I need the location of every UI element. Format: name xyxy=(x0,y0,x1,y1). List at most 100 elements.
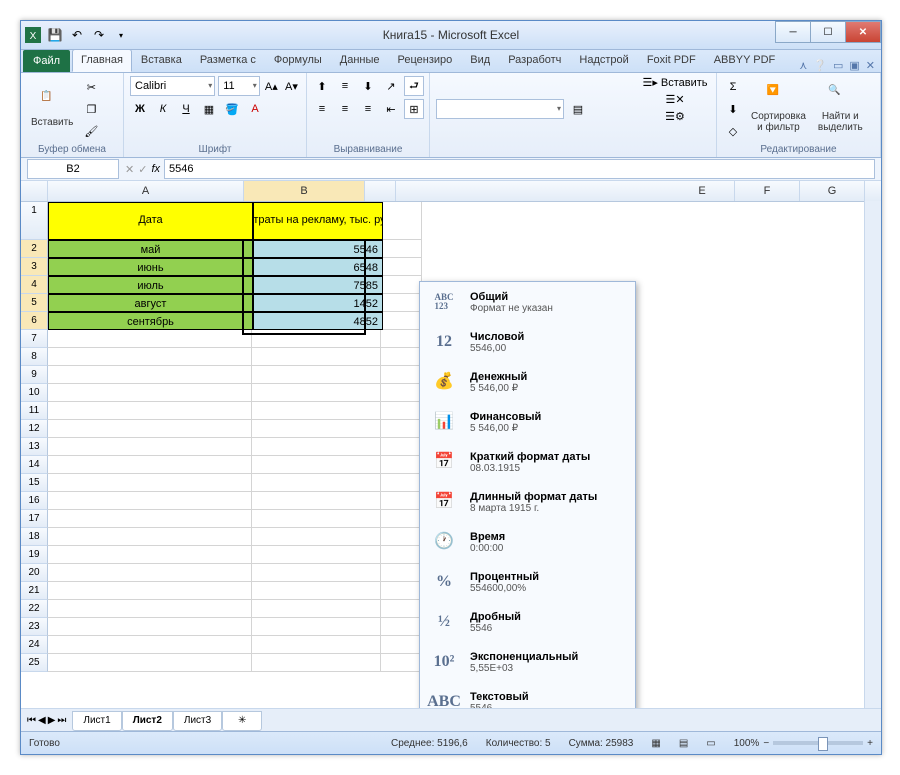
conditional-format-button[interactable]: ▤ xyxy=(568,99,588,119)
format-option-3[interactable]: 📊 Финансовый 5 546,00 ₽ xyxy=(420,402,635,442)
doc-restore-icon[interactable]: ▣ xyxy=(849,59,859,72)
orientation-button[interactable]: ↗ xyxy=(381,76,401,96)
col-header-e[interactable]: E xyxy=(670,181,735,201)
format-option-10[interactable]: ABC Текстовый 5546 xyxy=(420,682,635,708)
border-button[interactable]: ▦ xyxy=(199,99,219,119)
clear-button[interactable]: ◇ xyxy=(723,121,743,141)
view-pagebreak-icon[interactable]: ▭ xyxy=(706,738,715,749)
select-all-corner[interactable] xyxy=(21,181,48,201)
row-header-21[interactable]: 21 xyxy=(21,582,48,600)
zoom-out-button[interactable]: − xyxy=(763,738,769,749)
tab-foxit[interactable]: Foxit PDF xyxy=(638,49,705,72)
row-header-7[interactable]: 7 xyxy=(21,330,48,348)
row-header-22[interactable]: 22 xyxy=(21,600,48,618)
wrap-text-button[interactable]: ⮐ xyxy=(404,76,424,96)
view-normal-icon[interactable]: ▦ xyxy=(651,738,660,749)
merge-button[interactable]: ⊞ xyxy=(404,99,424,119)
row-header-13[interactable]: 13 xyxy=(21,438,48,456)
font-size-combo[interactable]: 11 xyxy=(218,76,260,96)
view-layout-icon[interactable]: ▤ xyxy=(679,738,688,749)
row-header-6[interactable]: 6 xyxy=(21,312,48,330)
align-top-button[interactable]: ⬆ xyxy=(312,76,332,96)
row-header-14[interactable]: 14 xyxy=(21,456,48,474)
row-header-11[interactable]: 11 xyxy=(21,402,48,420)
redo-icon[interactable]: ↷ xyxy=(91,27,107,43)
align-middle-button[interactable]: ≡ xyxy=(335,76,355,96)
doc-minimize-icon[interactable]: ▭ xyxy=(833,59,843,72)
fill-color-button[interactable]: 🪣 xyxy=(222,99,242,119)
sheet-tab-3[interactable]: Лист3 xyxy=(173,711,222,731)
formula-input[interactable]: 5546 xyxy=(164,159,875,179)
new-sheet-button[interactable]: ✳ xyxy=(222,711,262,731)
col-header-f[interactable]: F xyxy=(735,181,800,201)
cell-a3[interactable]: июнь xyxy=(48,258,253,276)
col-header-c[interactable] xyxy=(365,181,396,201)
maximize-button[interactable]: ☐ xyxy=(810,21,846,43)
format-option-1[interactable]: 12 Числовой 5546,00 xyxy=(420,322,635,362)
copy-button[interactable]: ❐ xyxy=(81,99,101,119)
italic-button[interactable]: К xyxy=(153,99,173,119)
minimize-button[interactable]: ─ xyxy=(775,21,811,43)
row-header-3[interactable]: 3 xyxy=(21,258,48,276)
tab-data[interactable]: Данные xyxy=(331,49,389,72)
format-option-5[interactable]: 📅 Длинный формат даты 8 марта 1915 г. xyxy=(420,482,635,522)
cell-a2[interactable]: май xyxy=(48,240,253,258)
fill-button[interactable]: ⬇ xyxy=(723,99,743,119)
tab-file[interactable]: Файл xyxy=(23,50,70,72)
row-header-24[interactable]: 24 xyxy=(21,636,48,654)
sheet-tab-2[interactable]: Лист2 xyxy=(122,711,173,731)
cell-b2[interactable]: 5546 xyxy=(253,240,383,258)
col-header-g[interactable]: G xyxy=(800,181,865,201)
bold-button[interactable]: Ж xyxy=(130,99,150,119)
row-header-25[interactable]: 25 xyxy=(21,654,48,672)
row-header-20[interactable]: 20 xyxy=(21,564,48,582)
row-header-10[interactable]: 10 xyxy=(21,384,48,402)
tab-review[interactable]: Рецензиро xyxy=(389,49,462,72)
tab-abbyy[interactable]: ABBYY PDF xyxy=(705,49,785,72)
zoom-level[interactable]: 100% xyxy=(734,738,760,749)
undo-icon[interactable]: ↶ xyxy=(69,27,85,43)
cell-a1[interactable]: Дата xyxy=(48,202,253,240)
name-box[interactable]: B2 xyxy=(27,159,119,179)
help-icon[interactable]: ❔ xyxy=(813,59,827,72)
align-left-button[interactable]: ≡ xyxy=(312,99,332,119)
row-header-5[interactable]: 5 xyxy=(21,294,48,312)
fx-icon[interactable]: fx xyxy=(151,163,160,175)
col-header-b[interactable]: B xyxy=(244,181,365,201)
cell-b1[interactable]: Затраты на рекламу, тыс. руб. xyxy=(253,202,383,240)
sheet-nav-first[interactable]: ⏮ xyxy=(27,715,36,726)
cut-button[interactable]: ✂ xyxy=(81,77,101,97)
format-option-7[interactable]: % Процентный 554600,00% xyxy=(420,562,635,602)
align-right-button[interactable]: ≡ xyxy=(358,99,378,119)
paste-button[interactable]: 📋 Вставить xyxy=(27,89,77,130)
format-painter-button[interactable]: 🖌 xyxy=(81,121,101,141)
cells-delete-button[interactable]: ☰✕ xyxy=(665,93,684,106)
grow-font-button[interactable]: A▴ xyxy=(263,76,280,96)
underline-button[interactable]: Ч xyxy=(176,99,196,119)
tab-layout[interactable]: Разметка с xyxy=(191,49,265,72)
sheet-nav-next[interactable]: ▶ xyxy=(48,715,56,726)
row-header-17[interactable]: 17 xyxy=(21,510,48,528)
align-center-button[interactable]: ≡ xyxy=(335,99,355,119)
row-header-1[interactable]: 1 xyxy=(21,202,48,240)
row-header-4[interactable]: 4 xyxy=(21,276,48,294)
indent-dec-button[interactable]: ⇤ xyxy=(381,99,401,119)
worksheet[interactable]: A B E F G 1 Дата Затраты на рекламу, тыс… xyxy=(21,181,881,708)
cell-a6[interactable]: сентябрь xyxy=(48,312,253,330)
font-color-button[interactable]: A xyxy=(245,99,265,119)
zoom-in-button[interactable]: + xyxy=(867,738,873,749)
cell-b3[interactable]: 6548 xyxy=(253,258,383,276)
format-option-2[interactable]: 💰 Денежный 5 546,00 ₽ xyxy=(420,362,635,402)
number-format-combo[interactable] xyxy=(436,99,564,119)
ribbon-minimize-icon[interactable]: ⋏ xyxy=(799,59,807,72)
doc-close-icon[interactable]: ✕ xyxy=(866,59,875,72)
align-bottom-button[interactable]: ⬇ xyxy=(358,76,378,96)
format-option-0[interactable]: ABC 123 Общий Формат не указан xyxy=(420,282,635,322)
qat-dropdown-icon[interactable]: ▾ xyxy=(113,27,129,43)
tab-addins[interactable]: Надстрой xyxy=(570,49,637,72)
format-option-4[interactable]: 📅 Краткий формат даты 08.03.1915 xyxy=(420,442,635,482)
cell-b4[interactable]: 7585 xyxy=(253,276,383,294)
column-headers[interactable]: A B E F G xyxy=(21,181,881,202)
sheet-nav-prev[interactable]: ◀ xyxy=(38,715,46,726)
tab-view[interactable]: Вид xyxy=(461,49,499,72)
